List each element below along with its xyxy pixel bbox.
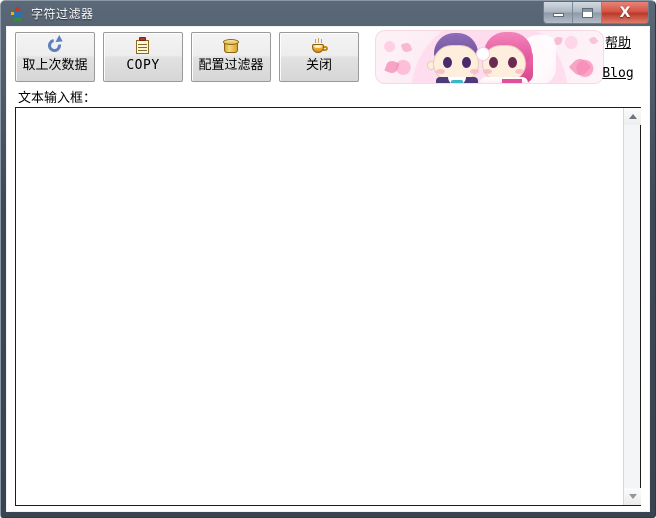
- bride-eye: [489, 57, 498, 68]
- maximize-icon: [581, 7, 593, 18]
- bride-eye: [508, 57, 517, 68]
- coffee-cup-icon: [309, 37, 329, 57]
- refresh-arrow-icon: [44, 35, 65, 57]
- title-bar: 字符过滤器 X: [6, 1, 650, 26]
- minimize-icon: [552, 13, 564, 17]
- window-controls: X: [543, 2, 649, 24]
- get-last-data-button[interactable]: 取上次数据: [15, 32, 95, 82]
- scroll-down-button[interactable]: [624, 488, 641, 505]
- bride-sash: [502, 79, 522, 83]
- groom-eye: [462, 57, 471, 68]
- flower-decoration: [384, 59, 400, 75]
- bride-blush: [483, 69, 492, 74]
- groom-face: [433, 45, 479, 81]
- clipboard-icon: [133, 37, 153, 57]
- link-group: 帮助 Blog: [595, 35, 641, 83]
- application-window: 字符过滤器 X 取上次数据 COPY 配置过滤器 关闭 帮助 Blog 文本输入…: [0, 0, 656, 518]
- blog-link[interactable]: Blog: [595, 65, 641, 83]
- copy-label: COPY: [126, 58, 160, 73]
- text-input[interactable]: [16, 108, 623, 505]
- window-title: 字符过滤器: [31, 7, 94, 21]
- app-figure-icon: [10, 6, 26, 22]
- close-button[interactable]: X: [602, 2, 648, 23]
- bride-hair-flower: [476, 47, 490, 61]
- close-app-label: 关闭: [305, 58, 332, 73]
- client-area: 取上次数据 COPY 配置过滤器 关闭 帮助 Blog 文本输入框：: [6, 26, 650, 512]
- groom-blush: [436, 69, 445, 74]
- groom-bowtie: [451, 80, 463, 83]
- chevron-down-icon: [628, 494, 637, 499]
- close-app-button[interactable]: 关闭: [279, 32, 359, 82]
- configure-filter-label: 配置过滤器: [198, 58, 264, 73]
- wedding-couple-banner: [375, 30, 604, 84]
- chevron-up-icon: [628, 114, 637, 119]
- maximize-button[interactable]: [573, 2, 602, 23]
- flower-decoration: [568, 55, 592, 79]
- configure-filter-button[interactable]: 配置过滤器: [191, 32, 271, 82]
- scroll-up-button[interactable]: [624, 108, 641, 125]
- vertical-scrollbar[interactable]: [623, 108, 641, 505]
- copy-button[interactable]: COPY: [103, 32, 183, 82]
- flower-decoration: [400, 41, 413, 54]
- textarea-label: 文本输入框：: [18, 91, 97, 106]
- minimize-button[interactable]: [544, 2, 573, 23]
- text-input-container: [15, 107, 641, 506]
- help-link[interactable]: 帮助: [595, 35, 641, 53]
- bride-blush: [515, 69, 524, 74]
- get-last-data-label: 取上次数据: [22, 58, 88, 73]
- groom-eye: [443, 57, 452, 68]
- close-icon: X: [619, 4, 631, 21]
- barrel-icon: [221, 37, 241, 57]
- scrollbar-track[interactable]: [624, 125, 640, 488]
- groom-blush: [470, 69, 479, 74]
